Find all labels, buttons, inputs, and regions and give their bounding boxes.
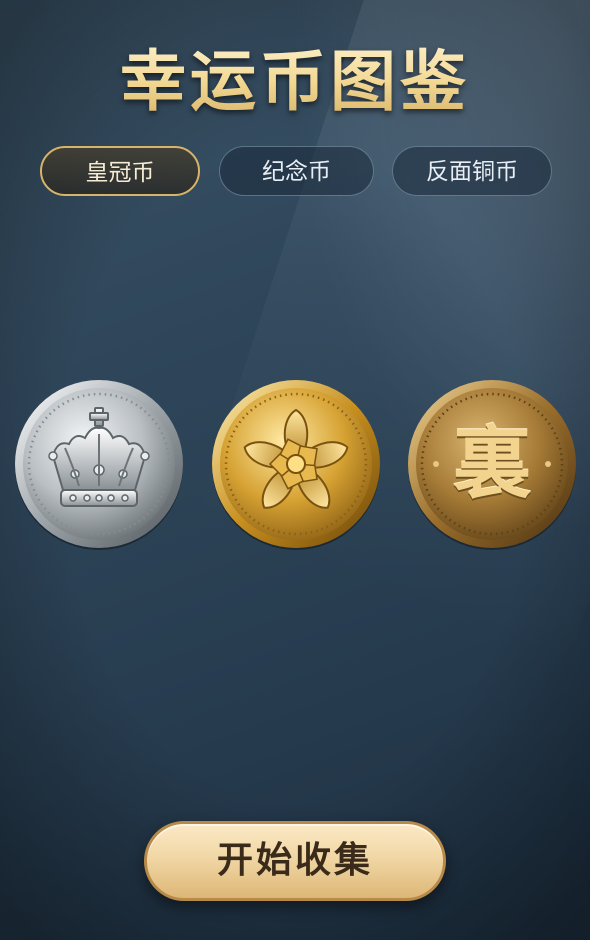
coin-category-tabs: 皇冠币 纪念币 反面铜币 (40, 146, 552, 198)
bronze-character-coin[interactable]: 裏 (406, 378, 578, 550)
silver-crown-coin[interactable] (13, 378, 185, 550)
start-collecting-button[interactable]: 开始收集 (144, 821, 446, 901)
gold-flower-coin[interactable] (210, 378, 382, 550)
crown-icon (15, 380, 183, 550)
tab-crown-coin[interactable]: 皇冠币 (40, 146, 200, 196)
flower-icon (212, 380, 380, 550)
tab-commemorative-coin[interactable]: 纪念币 (219, 146, 374, 196)
page-title: 幸运币图鉴 (0, 28, 590, 124)
coin-character: 裏 (452, 418, 531, 509)
tab-reverse-copper-coin[interactable]: 反面铜币 (392, 146, 552, 196)
